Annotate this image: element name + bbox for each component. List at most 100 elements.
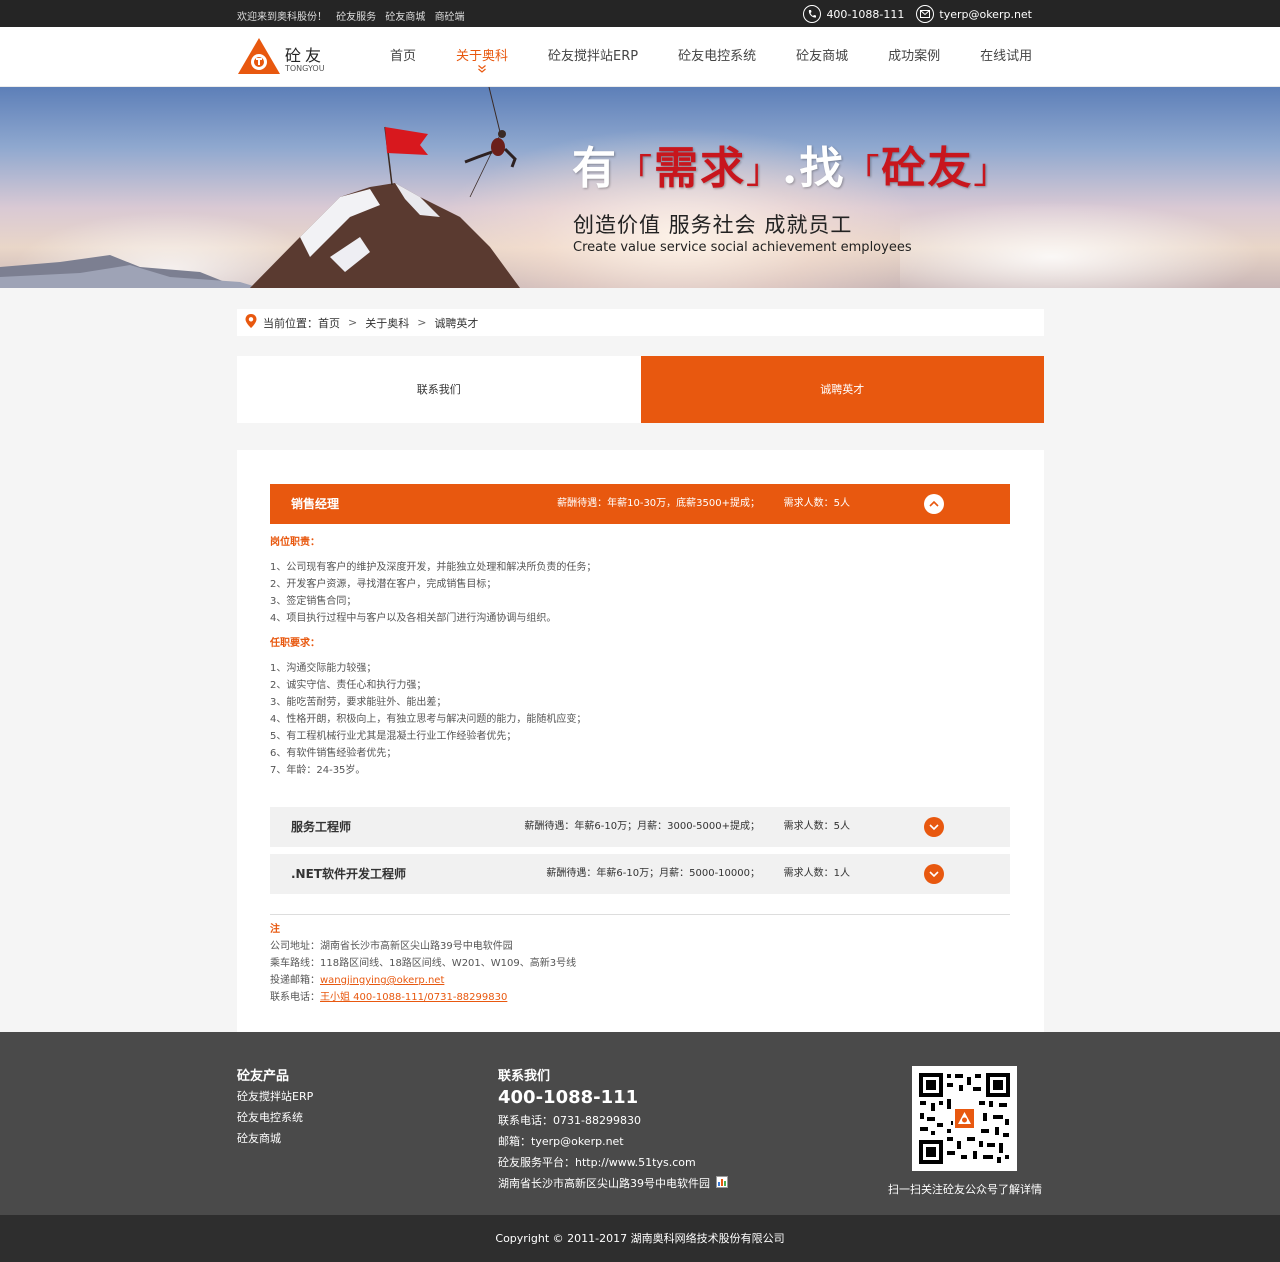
contact-notes: 注 公司地址：湖南省长沙市高新区尖山路39号中电软件园 乘车路线：118路区间线… [270,914,1010,1006]
hero-banner: 有「需求」.找「砼友」 创造价值 服务社会 成就员工 Create value … [0,87,1280,288]
breadcrumb-sep: > [348,316,358,329]
nav-item-about[interactable]: 关于奥科 [436,27,528,87]
footer-product-link[interactable]: 砼友商城 [237,1128,313,1149]
footer-platform: 砼友服务平台：http://www.51tys.com [498,1156,696,1169]
link-concrete[interactable]: 商砼端 [435,12,465,23]
job-header-net-developer[interactable]: .NET软件开发工程师 薪酬待遇：年薪6-10万；月薪：5000-10000； … [270,854,1010,894]
top-contact: 400-1088-111 tyerp@okerp.net [791,4,1032,24]
footer-email: 邮箱：tyerp@okerp.net [498,1135,624,1148]
nav-item-cases[interactable]: 成功案例 [868,27,960,87]
duty-item: 2、开发客户资源，寻找潜在客户，完成销售目标； [270,579,497,590]
phone-icon [803,5,822,23]
requirement-item: 6、有软件销售经验者优先； [270,748,397,759]
job-detail-sales: 岗位职责： 1、公司现有客户的维护及深度开发，并能独立处理和解决所负责的任务； … [270,534,1010,779]
tab-careers[interactable]: 诚聘英才 [640,356,1044,423]
job-salary: 薪酬待遇：年薪6-10万；月薪：3000-5000+提成； [524,821,760,832]
footer-products: 砼友产品 砼友搅拌站ERP 砼友电控系统 砼友商城 [237,1068,313,1149]
notes-heading: 注 [270,924,280,935]
nav-item-mall[interactable]: 砼友商城 [776,27,868,87]
tab-contact[interactable]: 联系我们 [237,356,641,423]
nav-item-control[interactable]: 砼友电控系统 [658,27,776,87]
nav-item-label: 关于奥科 [456,49,509,64]
job-salary: 薪酬待遇：年薪6-10万；月薪：5000-10000； [546,868,760,879]
notes-email-link[interactable]: wangjingying@okerp.net [320,975,444,986]
site-header: 砼友 TONGYOU 首页 关于奥科 砼友搅拌站ERP 砼友电控系统 砼友商城 … [0,27,1280,87]
nav-item-trial[interactable]: 在线试用 [960,27,1052,87]
requirement-item: 5、有工程机械行业尤其是混凝土行业工作经验者优先； [270,731,517,742]
footer-contact-title: 联系我们 [498,1069,551,1084]
logo-cn-text: 砼友 [285,46,326,65]
requirement-item: 3、能吃苦耐劳，要求能驻外、能出差； [270,697,447,708]
slogan-part-4: 砼友 [881,143,974,194]
location-pin-icon [245,314,257,331]
jobs-panel: 销售经理 薪酬待遇：年薪10-30万，底薪3500+提成； 需求人数：5人 岗位… [237,450,1044,1032]
welcome-links: 欢迎来到奥科股份！ 砼友服务 砼友商城 商砼端 [237,8,465,23]
requirement-title: 任职要求： [270,638,320,649]
copyright: Copyright © 2011-2017 湖南奥科网络技术股份有限公司 [0,1215,1280,1262]
job-count: 需求人数：5人 [783,821,850,832]
nav-item-home[interactable]: 首页 [370,27,436,87]
job-title: .NET软件开发工程师 [291,867,406,881]
breadcrumb-about[interactable]: 关于奥科 [365,315,409,331]
qr-code [912,1066,1017,1171]
chevron-down-icon[interactable] [924,864,944,884]
qr-caption: 扫一扫关注砼友公众号了解详情 [888,1183,1042,1196]
banner-subtitle-cn: 创造价值 服务社会 成就员工 [573,213,853,237]
duty-item: 1、公司现有客户的维护及深度开发，并能独立处理和解决所负责的任务； [270,562,597,573]
footer-product-link[interactable]: 砼友搅拌站ERP [237,1086,313,1107]
footer-contact: 联系我们 400-1088-111 联系电话：0731-88299830 邮箱：… [498,1068,728,1194]
job-header-sales[interactable]: 销售经理 薪酬待遇：年薪10-30万，底薪3500+提成； 需求人数：5人 [270,484,1010,524]
requirement-item: 2、诚实守信、责任心和执行力强； [270,680,427,691]
breadcrumb: 当前位置： 首页 > 关于奥科 > 诚聘英才 [237,309,1044,336]
nav-item-erp[interactable]: 砼友搅拌站ERP [528,27,658,87]
link-service[interactable]: 砼友服务 [336,12,376,23]
logo[interactable]: 砼友 TONGYOU [237,36,337,78]
main-nav: 首页 关于奥科 砼友搅拌站ERP 砼友电控系统 砼友商城 成功案例 在线试用 [370,27,1052,87]
requirement-item: 1、沟通交际能力较强； [270,663,377,674]
banner-slogan: 有「需求」.找「砼友」 [572,143,1010,194]
duty-title: 岗位职责： [270,537,320,548]
requirement-item: 7、年龄：24-35岁。 [270,765,366,776]
job-header-service-engineer[interactable]: 服务工程师 薪酬待遇：年薪6-10万；月薪：3000-5000+提成； 需求人数… [270,807,1010,847]
footer-product-link[interactable]: 砼友电控系统 [237,1107,313,1128]
notes-address: 公司地址：湖南省长沙市高新区尖山路39号中电软件园 [270,941,513,952]
qr-code-icon [917,1071,1012,1166]
top-email[interactable]: tyerp@okerp.net [939,8,1032,21]
footer-hotline: 400-1088-111 [498,1087,639,1108]
notes-email-label: 投递邮箱： [270,975,320,986]
footer-products-title: 砼友产品 [237,1069,290,1084]
chevron-down-icon [478,65,486,75]
duty-item: 3、签定销售合同； [270,596,357,607]
welcome-text: 欢迎来到奥科股份！ [237,12,327,23]
top-bar: 欢迎来到奥科股份！ 砼友服务 砼友商城 商砼端 400-1088-111 tye… [0,0,1280,27]
top-phone: 400-1088-111 [826,7,905,21]
footer-address: 湖南省长沙市高新区尖山路39号中电软件园 [498,1177,710,1190]
notes-phone-link[interactable]: 王小姐 400-1088-111/0731-88299830 [320,992,507,1003]
chevron-down-icon[interactable] [924,817,944,837]
breadcrumb-sep: > [417,316,427,329]
notes-phone-label: 联系电话： [270,992,320,1003]
notes-bus: 乘车路线：118路区间线、18路区间线、W201、W109、高新3号线 [270,958,577,969]
notes-email-row: 投递邮箱：wangjingying@okerp.net [270,972,1010,989]
duty-item: 4、项目执行过程中与客户以及各相关部门进行沟通协调与组织。 [270,613,557,624]
requirement-item: 4、性格开朗，积极向上，有独立思考与解决问题的能力，能随机应变； [270,714,587,725]
job-count: 需求人数：1人 [783,868,850,879]
logo-en-text: TONGYOU [285,64,325,73]
slogan-part-1: 有 [572,143,618,194]
chevron-up-icon[interactable] [924,494,944,514]
notes-phone-row: 联系电话：王小姐 400-1088-111/0731-88299830 [270,989,1010,1006]
mail-icon [916,5,935,23]
breadcrumb-current: 诚聘英才 [434,316,479,330]
job-salary: 薪酬待遇：年薪10-30万，底薪3500+提成； [557,498,760,509]
logo-mark-icon [238,38,280,74]
link-mall[interactable]: 砼友商城 [385,12,425,23]
banner-subtitle-en: Create value service social achievement … [573,240,912,255]
breadcrumb-home[interactable]: 首页 [318,315,340,331]
map-icon[interactable] [715,1174,728,1195]
slogan-part-3: .找 [782,143,846,194]
footer-address-row: 湖南省长沙市高新区尖山路39号中电软件园 [498,1173,728,1194]
breadcrumb-label: 当前位置： [263,316,318,330]
job-title: 服务工程师 [291,820,352,834]
page-tabs: 联系我们 诚聘英才 [237,356,1044,423]
job-title: 销售经理 [291,497,340,511]
